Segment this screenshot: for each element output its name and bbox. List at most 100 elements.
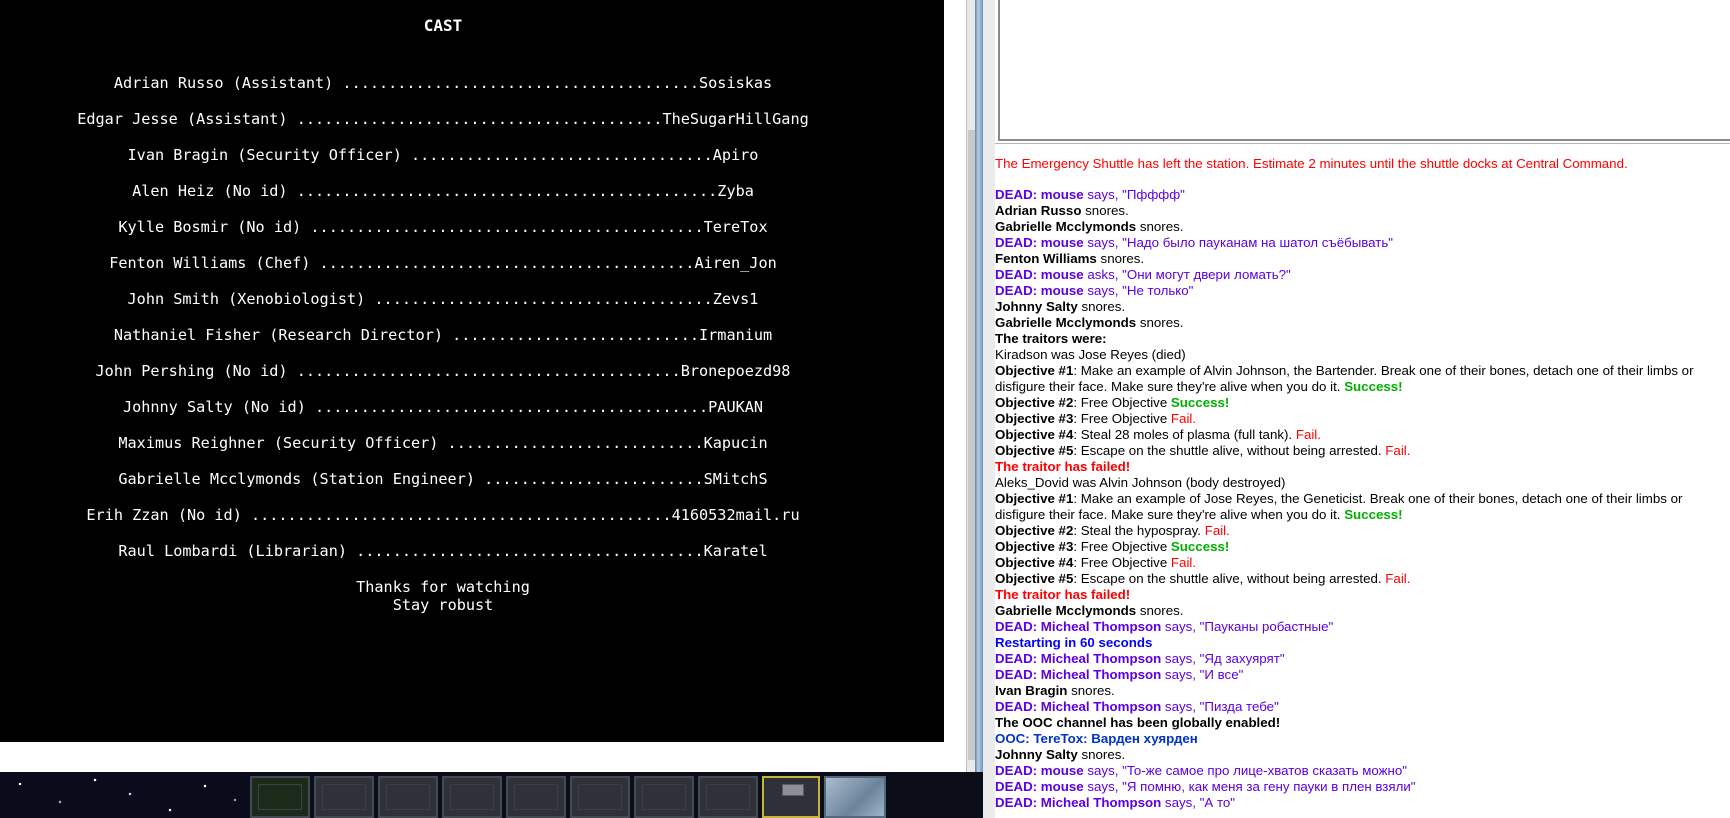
objective-result: Fail. xyxy=(1170,555,1197,570)
emote-text: snores. xyxy=(1071,683,1115,698)
speaker-name: Johnny Salty xyxy=(995,747,1078,762)
pane-divider[interactable] xyxy=(983,0,995,818)
chat-message: Objective #4: Steal 28 moles of plasma (… xyxy=(995,427,1725,443)
speech-verb: says, xyxy=(1164,619,1196,634)
speaker-name: DEAD: Micheal Thompson xyxy=(995,619,1162,634)
objective-result: Success! xyxy=(1344,379,1403,394)
chat-message: Fenton Williams snores. xyxy=(995,251,1725,267)
objective-result: Success! xyxy=(1344,507,1403,522)
cast-entry: John Pershing (No id) ..................… xyxy=(95,362,791,380)
speech-text: "А то" xyxy=(1199,795,1236,810)
objective-text: : Make an example of Jose Reyes, the Gen… xyxy=(995,491,1683,522)
chat-message: Objective #4: Free Objective Fail. xyxy=(995,555,1725,571)
speech-verb: says, xyxy=(1087,187,1119,202)
chat-message: Objective #2: Steal the hypospray. Fail. xyxy=(995,523,1725,539)
speaker-name: Ivan Bragin xyxy=(995,683,1068,698)
chat-message: Objective #3: Free Objective Success! xyxy=(995,539,1725,555)
cast-entry: Gabrielle Mcclymonds (Station Engineer) … xyxy=(118,470,768,488)
chat-message: Aleks_Dovid was Alvin Johnson (body dest… xyxy=(995,475,1725,491)
speaker-name: DEAD: mouse xyxy=(995,779,1084,794)
floor-tile xyxy=(570,776,630,818)
heading-text: The OOC channel has been globally enable… xyxy=(995,715,1281,730)
objective-result: Fail. xyxy=(1385,443,1411,458)
floor-tile xyxy=(378,776,438,818)
chat-message: DEAD: mouse asks, "Они могут двери ломат… xyxy=(995,267,1725,283)
objective-label: Objective #4 xyxy=(995,427,1074,442)
credits-window: CAST Adrian Russo (Assistant) ..........… xyxy=(0,0,976,772)
objective-result: Fail. xyxy=(1295,427,1321,442)
chat-message: The traitors were: xyxy=(995,331,1725,347)
speech-verb: says, xyxy=(1164,667,1196,682)
chat-message: Kiradson was Jose Reyes (died) xyxy=(995,347,1725,363)
plain-text: Kiradson was Jose Reyes (died) xyxy=(995,347,1186,362)
traitor-failed-text: The traitor has failed! xyxy=(995,459,1131,474)
chat-message: DEAD: Micheal Thompson says, "И все" xyxy=(995,667,1725,683)
glass-window-tile xyxy=(824,776,886,818)
chat-message: OOC: TereTox: Варден хуярден xyxy=(995,731,1725,747)
hazard-floor-tile[interactable] xyxy=(762,776,820,818)
cast-title: CAST xyxy=(423,16,463,35)
speaker-name: DEAD: Micheal Thompson xyxy=(995,667,1162,682)
objective-label: Objective #5 xyxy=(995,571,1074,586)
speaker-name: DEAD: mouse xyxy=(995,763,1084,778)
speech-text: "Надо было пауканам на шатол съёбывать" xyxy=(1122,235,1394,250)
stay-robust-text: Stay robust xyxy=(392,596,494,614)
objective-label: Objective #3 xyxy=(995,539,1074,554)
chat-message: Objective #2: Free Objective Success! xyxy=(995,395,1725,411)
chat-message: Objective #5: Escape on the shuttle aliv… xyxy=(995,443,1725,459)
emote-text: snores. xyxy=(1139,315,1184,330)
objective-result: Fail. xyxy=(1204,523,1230,538)
objective-text: : Steal the hypospray. xyxy=(1073,523,1201,538)
speaker-name: DEAD: Micheal Thompson xyxy=(995,699,1162,714)
speech-text: "Пизда тебе" xyxy=(1199,699,1279,714)
chat-message: The OOC channel has been globally enable… xyxy=(995,715,1725,731)
objective-text: : Free Objective xyxy=(1073,555,1168,570)
objective-text: : Escape on the shuttle alive, without b… xyxy=(1073,571,1382,586)
emote-text: snores. xyxy=(1081,747,1126,762)
speaker-name: DEAD: Micheal Thompson xyxy=(995,795,1162,810)
traitor-failed-text: The traitor has failed! xyxy=(995,587,1131,602)
speech-text: "Не только" xyxy=(1122,283,1194,298)
chat-output[interactable]: The Emergency Shuttle has left the stati… xyxy=(995,156,1725,818)
speaker-name: DEAD: mouse xyxy=(995,283,1084,298)
chat-message: Johnny Salty snores. xyxy=(995,299,1725,315)
chat-message: The traitor has failed! xyxy=(995,459,1725,475)
game-viewport[interactable] xyxy=(0,772,983,818)
chat-message: Restarting in 60 seconds xyxy=(995,635,1725,651)
speech-text: "Я помню, как меня за гену пауки в плен … xyxy=(1122,779,1416,794)
machine-icon[interactable] xyxy=(782,784,804,796)
speech-verb: says, xyxy=(1164,699,1196,714)
speaker-name: Johnny Salty xyxy=(995,299,1078,314)
chat-message: Objective #3: Free Objective Fail. xyxy=(995,411,1725,427)
objective-result: Success! xyxy=(1170,539,1230,554)
cast-entry: Johnny Salty (No id) ...................… xyxy=(122,398,764,416)
emote-text: snores. xyxy=(1085,203,1129,218)
speech-text: "Пауканы робастные" xyxy=(1199,619,1334,634)
speech-text: "То-же самое про лице-хватов сказать мож… xyxy=(1122,763,1407,778)
chat-message: DEAD: mouse says, "То-же самое про лице-… xyxy=(995,763,1725,779)
heading-text: The traitors were: xyxy=(995,331,1107,346)
cast-entry: Maximus Reighner (Security Officer) ....… xyxy=(118,434,768,452)
speech-verb: says, xyxy=(1164,651,1196,666)
chat-message: DEAD: mouse says, "Надо было пауканам на… xyxy=(995,235,1725,251)
objective-label: Objective #3 xyxy=(995,411,1074,426)
plain-text: Aleks_Dovid was Alvin Johnson (body dest… xyxy=(995,475,1286,490)
objective-label: Objective #2 xyxy=(995,395,1074,410)
scrollbar-thumb[interactable] xyxy=(968,130,975,760)
objective-result: Success! xyxy=(1170,395,1230,410)
info-pane xyxy=(995,0,1730,144)
objective-text: : Free Objective xyxy=(1073,411,1168,426)
chat-message: DEAD: mouse says, "Пфффф" xyxy=(995,187,1725,203)
speech-text: "И все" xyxy=(1199,667,1244,682)
thanks-text: Thanks for watching xyxy=(356,578,530,596)
cast-entry: Alen Heiz (No id) ......................… xyxy=(132,182,754,200)
chat-message: DEAD: Micheal Thompson says, "А то" xyxy=(995,795,1725,811)
speech-text: "Пфффф" xyxy=(1122,187,1185,202)
chat-message: Gabrielle Mcclymonds snores. xyxy=(995,603,1725,619)
emote-text: snores. xyxy=(1081,299,1126,314)
cast-entry: Ivan Bragin (Security Officer) .........… xyxy=(127,146,759,164)
speaker-name: Fenton Williams xyxy=(995,251,1097,266)
chat-message: DEAD: Micheal Thompson says, "Яд захуяря… xyxy=(995,651,1725,667)
speaker-name: DEAD: Micheal Thompson xyxy=(995,651,1162,666)
objective-label: Objective #1 xyxy=(995,491,1074,506)
